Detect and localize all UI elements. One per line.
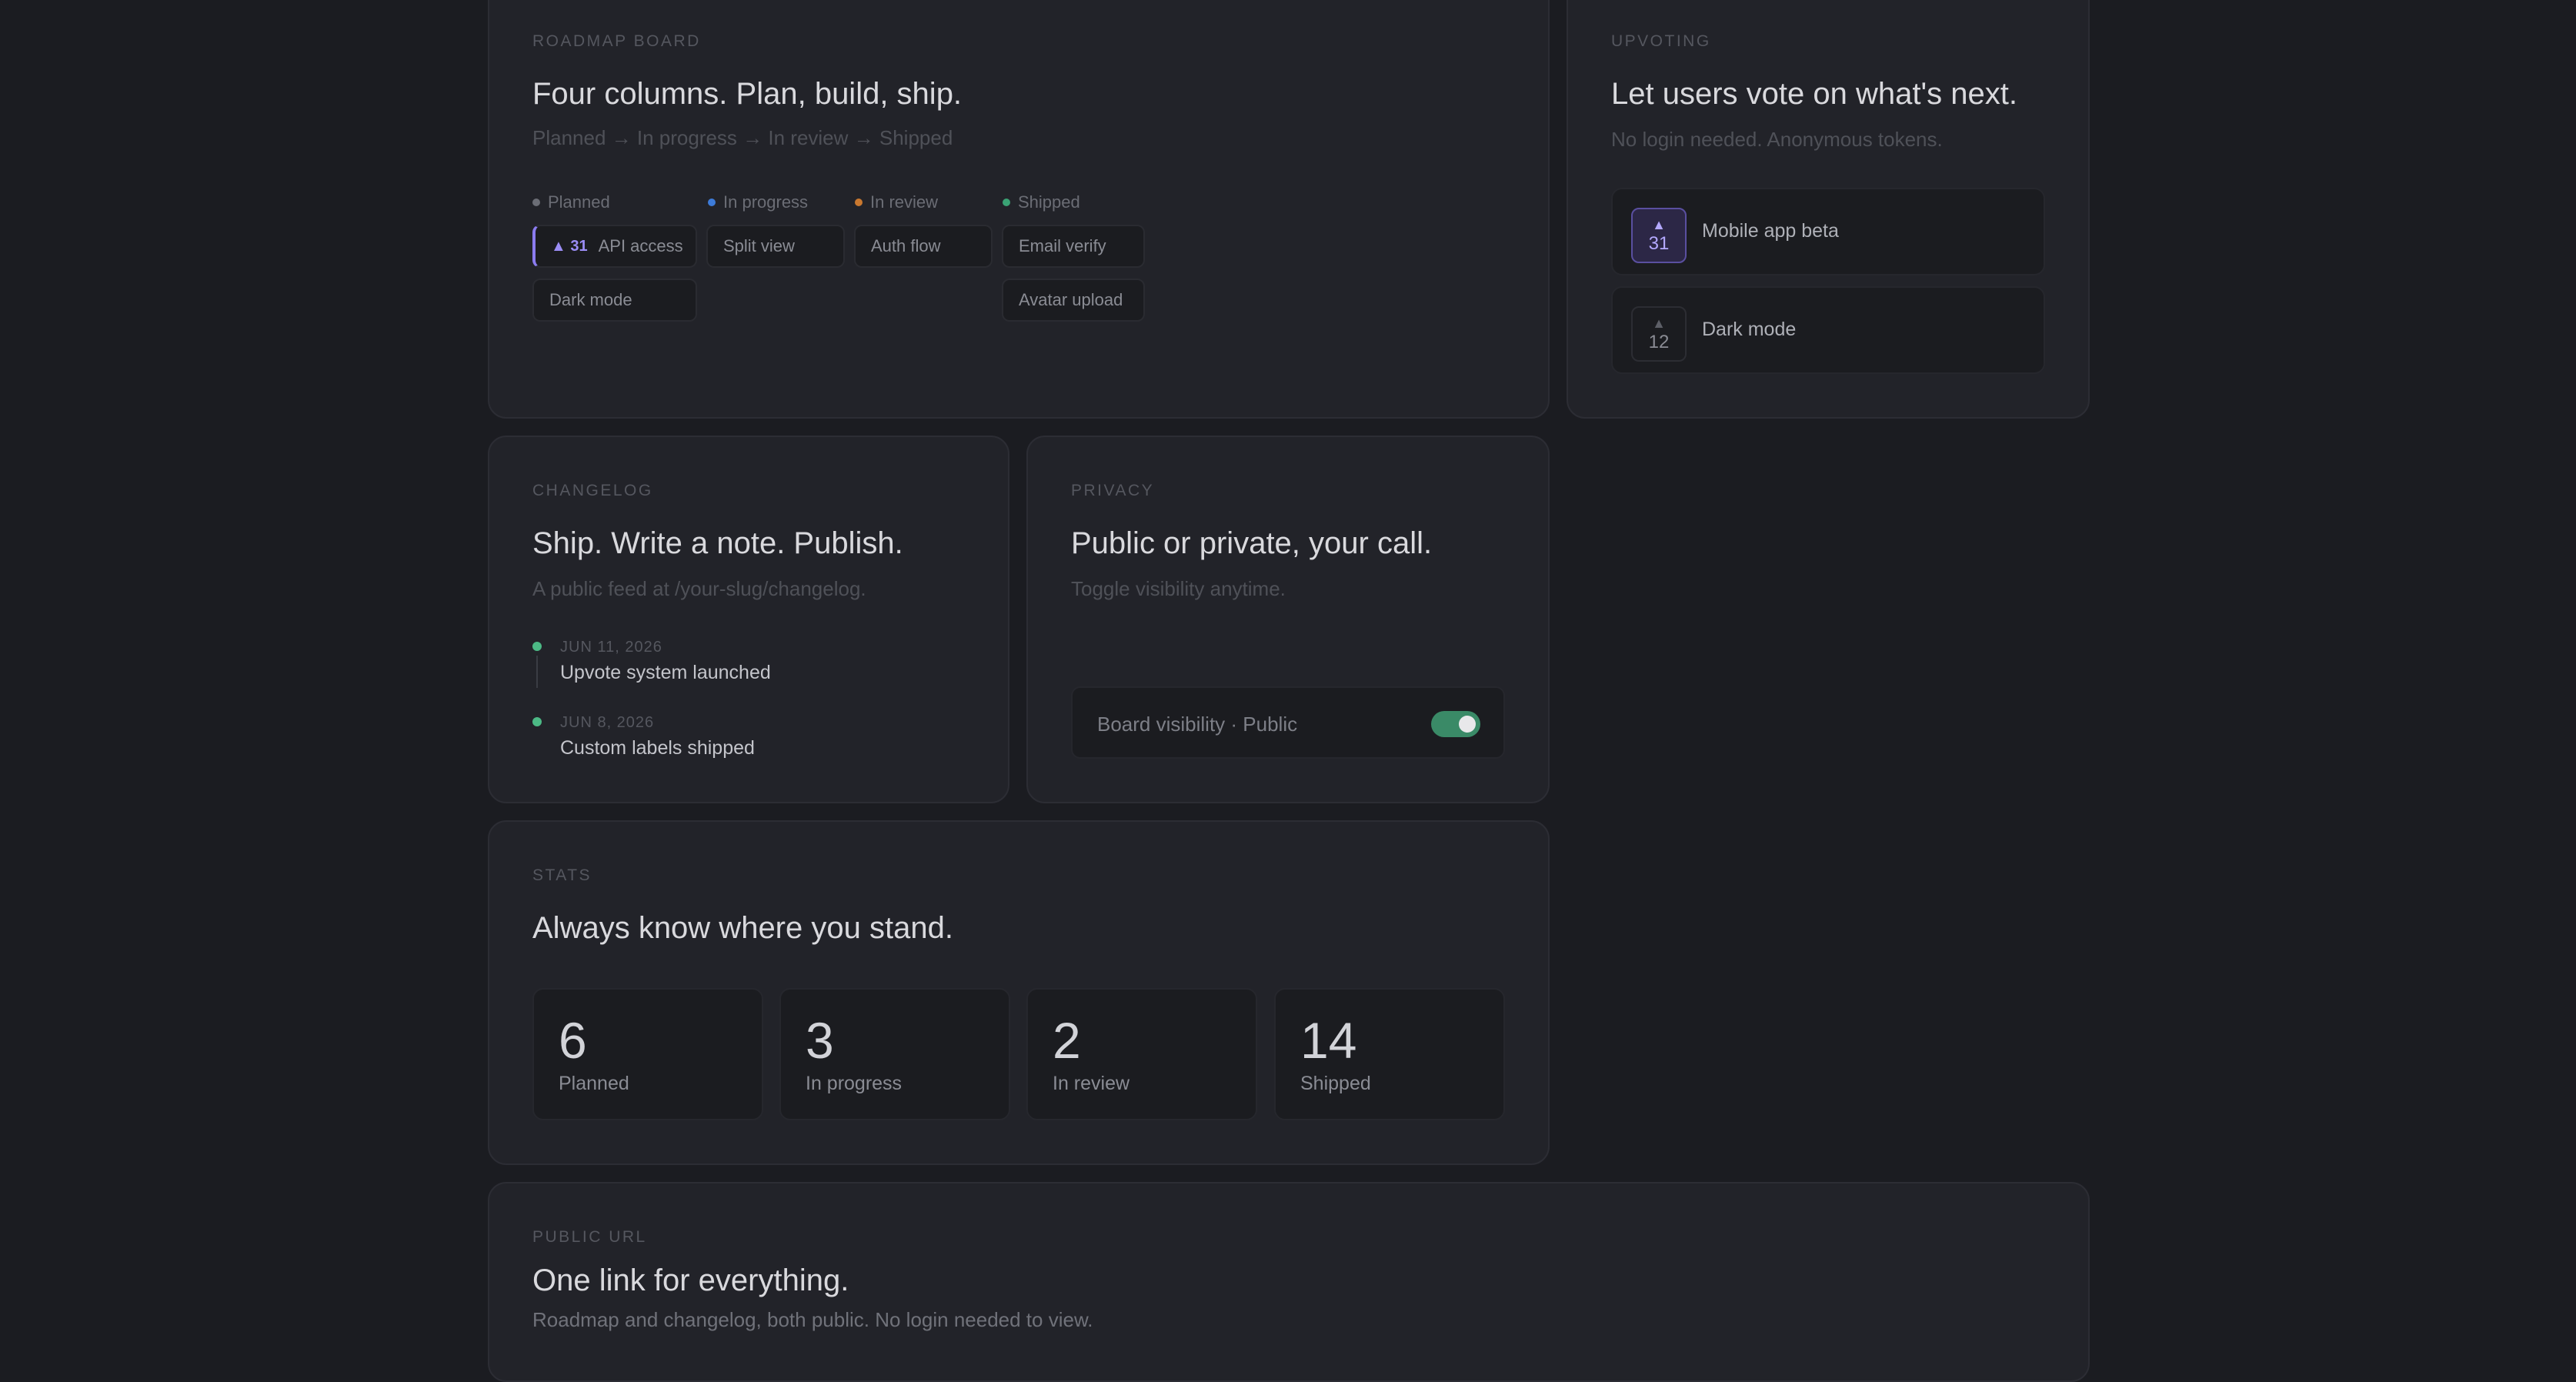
status-dot [708,199,716,206]
visibility-setting-row: Board visibility · Public [1071,686,1505,759]
roadmap-card-email-verify[interactable]: Email verify [1002,225,1145,268]
stats-eyebrow: STATS [532,866,592,884]
roadmap-card-dark-mode[interactable]: Dark mode [532,279,697,322]
changelog-eyebrow: CHANGELOG [532,482,653,499]
public-url-subtitle: Roadmap and changelog, both public. No l… [532,1308,1093,1331]
timeline-dot [532,642,542,651]
stat-label: In review [1053,1073,1130,1094]
stat-value: 14 [1300,1012,1357,1069]
stat-value: 3 [806,1012,834,1069]
roadmap-card-api-access[interactable]: ▲ 31 API access [532,225,697,268]
privacy-eyebrow: PRIVACY [1071,482,1155,499]
status-dot [855,199,863,206]
chip-label: Dark mode [549,290,632,309]
stat-label: Shipped [1300,1073,1371,1094]
column-in-progress-label: In progress [708,192,808,212]
upvote-button[interactable]: ▲ 12 [1631,306,1687,362]
changelog-entry-text[interactable]: Upvote system launched [560,662,771,684]
stat-in-progress: 3 In progress [779,988,1010,1120]
roadmap-subtitle: Planned → In progress → In review → Ship… [532,126,953,149]
upvoting-title: Let users vote on what's next. [1611,77,2017,111]
stat-value: 2 [1053,1012,1081,1069]
stats-title: Always know where you stand. [532,911,953,945]
chip-label: Avatar upload [1019,290,1123,309]
vote-item-mobile-app-beta[interactable]: ▲ 31 Mobile app beta [1611,188,2045,275]
changelog-date: JUN 8, 2026 [560,714,655,731]
timeline-dot [532,717,542,726]
public-url-title: One link for everything. [532,1263,849,1297]
upvoting-subtitle: No login needed. Anonymous tokens. [1611,128,1943,151]
changelog-entry-text[interactable]: Custom labels shipped [560,737,755,759]
status-dot [532,199,540,206]
roadmap-title: Four columns. Plan, build, ship. [532,77,963,111]
stat-planned: 6 Planned [532,988,763,1120]
changelog-subtitle: A public feed at /your-slug/changelog. [532,577,866,600]
privacy-subtitle: Toggle visibility anytime. [1071,577,1286,600]
vote-count: ▲ 31 [551,237,588,255]
chip-label: Auth flow [871,236,941,255]
column-planned-label: Planned [532,192,610,212]
chip-label: Email verify [1019,236,1106,255]
stat-label: Planned [559,1073,629,1094]
toggle-knob [1459,716,1476,733]
roadmap-card-auth-flow[interactable]: Auth flow [854,225,993,268]
changelog-title: Ship. Write a note. Publish. [532,526,903,560]
upvote-arrow-icon: ▲ [1652,216,1666,232]
vote-item-label: Mobile app beta [1702,220,1839,242]
upvoting-eyebrow: UPVOTING [1611,32,1711,50]
column-in-review-label: In review [855,192,938,212]
privacy-title: Public or private, your call. [1071,526,1433,560]
chip-label: Split view [723,236,795,255]
visibility-label: Board visibility · Public [1097,713,1298,736]
vote-item-label: Dark mode [1702,319,1797,340]
vote-count: 31 [1648,232,1670,254]
upvote-button[interactable]: ▲ 31 [1631,208,1687,263]
public-url-eyebrow: PUBLIC URL [532,1228,647,1246]
stat-shipped: 14 Shipped [1274,988,1505,1120]
vote-count: 12 [1648,331,1670,352]
upvote-arrow-icon: ▲ [1652,315,1666,331]
visibility-toggle[interactable] [1431,711,1480,737]
timeline-line [536,656,538,688]
roadmap-card-avatar-upload[interactable]: Avatar upload [1002,279,1145,322]
chip-label: API access [598,236,683,255]
roadmap-eyebrow: ROADMAP BOARD [532,32,701,50]
status-dot [1003,199,1010,206]
stat-label: In progress [806,1073,903,1094]
vote-item-dark-mode[interactable]: ▲ 12 Dark mode [1611,286,2045,374]
changelog-date: JUN 11, 2026 [560,639,662,656]
stat-in-review: 2 In review [1026,988,1257,1120]
roadmap-card-split-view[interactable]: Split view [706,225,845,268]
column-shipped-label: Shipped [1003,192,1080,212]
stat-value: 6 [559,1012,587,1069]
